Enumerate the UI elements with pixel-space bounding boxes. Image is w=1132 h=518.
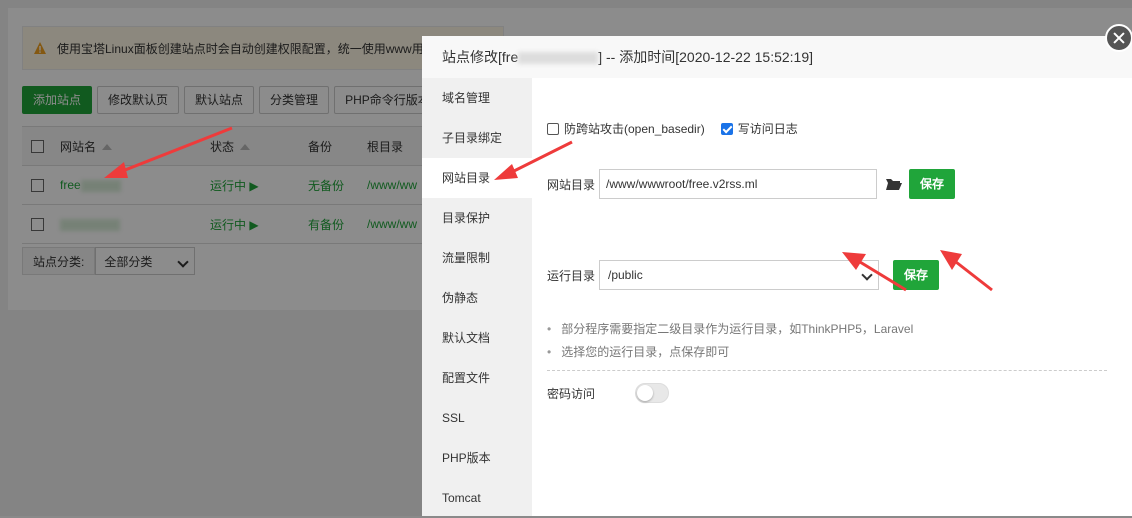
open-basedir-checkbox[interactable]: [547, 122, 559, 135]
password-access-label: 密码访问: [547, 386, 596, 401]
access-log-checkbox[interactable]: [720, 122, 733, 135]
menu-tomcat[interactable]: Tomcat: [422, 478, 532, 518]
divider: [547, 370, 1107, 371]
options-row: 防跨站攻击(open_basedir) 写访问日志: [547, 120, 814, 137]
menu-site-dir[interactable]: 网站目录: [422, 158, 532, 198]
run-dir-select[interactable]: /public: [599, 260, 879, 290]
site-dir-row: 网站目录 /www/wwwroot/free.v2rss.ml 保存: [547, 169, 956, 199]
menu-php-version[interactable]: PHP版本: [422, 438, 532, 478]
save-site-dir-button[interactable]: 保存: [909, 169, 956, 199]
site-dir-input[interactable]: /www/wwwroot/free.v2rss.ml: [599, 169, 877, 199]
run-dir-row: 运行目录 /public 保存: [547, 260, 940, 290]
tip-item: 部分程序需要指定二级目录作为运行目录，如ThinkPHP5，Laravel: [547, 318, 913, 341]
menu-rewrite[interactable]: 伪静态: [422, 278, 532, 318]
close-dialog-button[interactable]: [1105, 24, 1132, 52]
menu-config-file[interactable]: 配置文件: [422, 358, 532, 398]
save-run-dir-button[interactable]: 保存: [893, 260, 940, 290]
menu-traffic-limit[interactable]: 流量限制: [422, 238, 532, 278]
dialog-sidebar: 域名管理 子目录绑定 网站目录 目录保护 流量限制 伪静态 默认文档 配置文件 …: [422, 78, 532, 516]
dialog-title: 站点修改[fre] -- 添加时间[2020-12-22 15:52:19]: [422, 36, 1132, 79]
dialog-content: 防跨站攻击(open_basedir) 写访问日志 网站目录 /www/wwwr…: [532, 78, 1132, 516]
menu-default-doc[interactable]: 默认文档: [422, 318, 532, 358]
site-edit-dialog: 站点修改[fre] -- 添加时间[2020-12-22 15:52:19] 域…: [422, 36, 1132, 516]
run-dir-label: 运行目录: [547, 268, 596, 283]
password-access-row: 密码访问: [547, 383, 670, 403]
folder-open-icon[interactable]: [885, 177, 903, 191]
menu-domain[interactable]: 域名管理: [422, 78, 532, 118]
tips-list: 部分程序需要指定二级目录作为运行目录，如ThinkPHP5，Laravel 选择…: [547, 318, 913, 364]
chevron-down-icon: [861, 269, 873, 281]
access-log-label: 写访问日志: [737, 122, 798, 136]
password-access-toggle[interactable]: [635, 383, 670, 403]
menu-subdir-bind[interactable]: 子目录绑定: [422, 118, 532, 158]
redacted-text: [518, 52, 599, 65]
site-dir-label: 网站目录: [547, 177, 596, 192]
tip-item: 选择您的运行目录，点保存即可: [547, 341, 913, 364]
menu-dir-protect[interactable]: 目录保护: [422, 198, 532, 238]
open-basedir-label: 防跨站攻击(open_basedir): [564, 122, 705, 136]
menu-ssl[interactable]: SSL: [422, 398, 532, 438]
